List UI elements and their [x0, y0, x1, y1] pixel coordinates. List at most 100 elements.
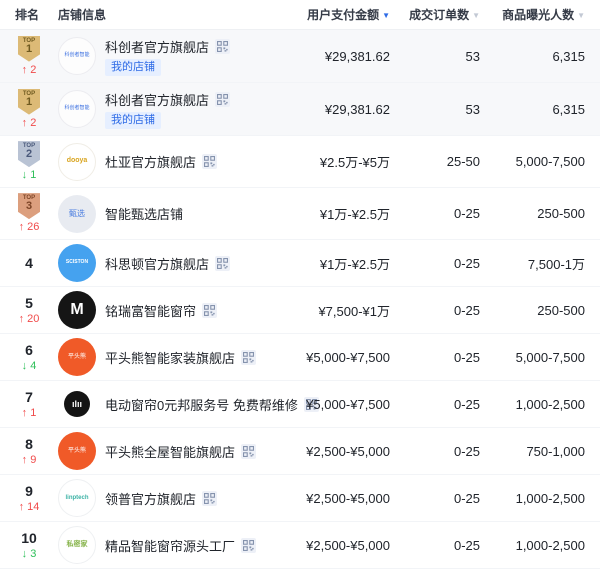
qr-code-icon[interactable]	[215, 39, 230, 54]
store-logo: 平头熊	[58, 338, 96, 376]
rank-change-indicator: ↓ 3	[22, 548, 37, 561]
store-cell: 科创者智能 科创者官方旗舰店	[58, 37, 260, 76]
order-count-value: 53	[390, 102, 480, 117]
store-text: 科创者官方旗舰店 我的店铺	[105, 90, 230, 129]
rank-cell: 6 ↓ 4	[0, 342, 58, 373]
rank-number: 8	[25, 436, 33, 452]
table-row[interactable]: 10 ↓ 3 私密家 精品智能窗帘源头工厂	[0, 522, 600, 569]
rank-change-indicator: ↑ 9	[22, 454, 37, 467]
rank-cell: TOP 3 ↑ 26	[0, 193, 58, 234]
qr-code-icon[interactable]	[241, 350, 256, 365]
payment-amount-value: ¥7,500-¥1万	[260, 301, 390, 320]
rank-change-indicator: ↑ 2	[22, 117, 37, 130]
store-text: 科创者官方旗舰店 我的店铺	[105, 37, 230, 76]
store-logo: ılıı	[64, 391, 90, 417]
qr-code-icon[interactable]	[215, 256, 230, 271]
store-name: 平头熊全屋智能旗舰店	[105, 442, 235, 461]
exposure-count-value: 5,000-7,500	[480, 154, 585, 169]
qr-code-icon[interactable]	[202, 154, 217, 169]
store-name: 智能甄选店铺	[105, 204, 183, 223]
rank-change-indicator: ↑ 2	[22, 64, 37, 77]
order-count-value: 53	[390, 49, 480, 64]
sort-desc-active-icon[interactable]: ▼	[382, 11, 390, 20]
order-count-value: 25-50	[390, 154, 480, 169]
badge-rank-number: 1	[26, 44, 32, 56]
store-logo-slot: 平头熊	[58, 432, 96, 470]
store-text: 领普官方旗舰店	[105, 489, 217, 508]
top-rank-badge: TOP 1	[18, 89, 40, 115]
order-count-value: 0-25	[390, 444, 480, 459]
payment-amount-value: ¥2.5万-¥5万	[260, 152, 390, 171]
rank-change-indicator: ↑ 20	[19, 313, 40, 326]
rank-number: 5	[25, 295, 33, 311]
store-logo-slot: ılıı	[58, 385, 96, 423]
store-cell: dooya 杜亚官方旗舰店	[58, 143, 260, 181]
rank-change-indicator: ↑ 26	[19, 221, 40, 234]
column-header-payment-label: 用户支付金额	[307, 8, 379, 22]
table-row[interactable]: TOP 1 ↑ 2 科创者智能 科创者官方旗舰店	[0, 83, 600, 136]
order-count-value: 0-25	[390, 350, 480, 365]
payment-amount-value: ¥29,381.62	[260, 102, 390, 117]
store-cell: 甄选 智能甄选店铺	[58, 195, 260, 233]
store-text: 杜亚官方旗舰店	[105, 152, 217, 171]
store-text: 电动窗帘0元邦服务号 免费帮维修	[105, 395, 260, 414]
top-rank-badge: TOP 2	[18, 141, 40, 167]
store-logo-slot: 甄选	[58, 195, 96, 233]
store-cell: 平头熊 平头熊全屋智能旗舰店	[58, 432, 260, 470]
store-text: 精品智能窗帘源头工厂	[105, 536, 256, 555]
column-header-order-count[interactable]: 成交订单数▼	[390, 6, 480, 23]
rank-change-indicator: ↑ 1	[22, 407, 37, 420]
qr-code-icon[interactable]	[241, 538, 256, 553]
exposure-count-value: 250-500	[480, 303, 585, 318]
my-store-tag: 我的店铺	[105, 112, 161, 129]
sort-inactive-icon[interactable]: ▼	[472, 11, 480, 20]
table-row[interactable]: 5 ↑ 20 M 铭瑞富智能窗帘	[0, 287, 600, 334]
order-count-value: 0-25	[390, 397, 480, 412]
order-count-value: 0-25	[390, 206, 480, 221]
rank-cell: 7 ↑ 1	[0, 389, 58, 420]
qr-code-icon[interactable]	[202, 303, 217, 318]
rank-cell: 4	[0, 255, 58, 271]
store-logo: 私密家	[58, 526, 96, 564]
store-logo: 平头熊	[58, 432, 96, 470]
qr-code-icon[interactable]	[241, 444, 256, 459]
column-header-exposure-count[interactable]: 商品曝光人数▼	[480, 6, 585, 23]
store-cell: 私密家 精品智能窗帘源头工厂	[58, 526, 260, 564]
store-logo-slot: linptech	[58, 479, 96, 517]
payment-amount-value: ¥2,500-¥5,000	[260, 491, 390, 506]
table-row[interactable]: 6 ↓ 4 平头熊 平头熊智能家装旗舰店	[0, 334, 600, 381]
qr-code-icon[interactable]	[202, 491, 217, 506]
store-logo-slot: 科创者智能	[58, 37, 96, 75]
store-cell: ılıı 电动窗帘0元邦服务号 免费帮维修	[58, 385, 260, 423]
badge-rank-number: 1	[26, 97, 32, 109]
store-text: 平头熊智能家装旗舰店	[105, 348, 256, 367]
sort-inactive-icon[interactable]: ▼	[577, 11, 585, 20]
rank-change-indicator: ↓ 1	[22, 169, 37, 182]
store-name: 科创者官方旗舰店	[105, 37, 209, 56]
exposure-count-value: 5,000-7,500	[480, 350, 585, 365]
store-name: 科创者官方旗舰店	[105, 90, 209, 109]
column-header-payment-amount[interactable]: 用户支付金额▼	[260, 6, 390, 23]
top-rank-badge: TOP 1	[18, 36, 40, 62]
table-row[interactable]: TOP 1 ↑ 2 科创者智能 科创者官方旗舰店	[0, 30, 600, 83]
store-cell: 平头熊 平头熊智能家装旗舰店	[58, 338, 260, 376]
table-row[interactable]: 7 ↑ 1 ılıı 电动窗帘0元邦服务号 免费帮维修	[0, 381, 600, 428]
store-name: 科思顿官方旗舰店	[105, 254, 209, 273]
table-row[interactable]: TOP 3 ↑ 26 甄选 智能甄选店铺 ¥1万-¥2.5万 0-25 250-…	[0, 188, 600, 240]
exposure-count-value: 1,000-2,500	[480, 538, 585, 553]
table-row[interactable]: 9 ↑ 14 linptech 领普官方旗舰店	[0, 475, 600, 522]
exposure-count-value: 6,315	[480, 102, 585, 117]
order-count-value: 0-25	[390, 491, 480, 506]
rank-number: 10	[21, 530, 37, 546]
my-store-tag: 我的店铺	[105, 59, 161, 76]
store-name: 铭瑞富智能窗帘	[105, 301, 196, 320]
table-row[interactable]: TOP 2 ↓ 1 dooya 杜亚官方旗舰店	[0, 136, 600, 188]
rank-number: 4	[25, 255, 33, 271]
qr-code-icon[interactable]	[215, 92, 230, 107]
store-logo: M	[58, 291, 96, 329]
order-count-value: 0-25	[390, 303, 480, 318]
table-row[interactable]: 4 SCISTON 科思顿官方旗舰店	[0, 240, 600, 287]
table-row[interactable]: 8 ↑ 9 平头熊 平头熊全屋智能旗舰店	[0, 428, 600, 475]
table-body: TOP 1 ↑ 2 科创者智能 科创者官方旗舰店	[0, 30, 600, 569]
order-count-value: 0-25	[390, 256, 480, 271]
